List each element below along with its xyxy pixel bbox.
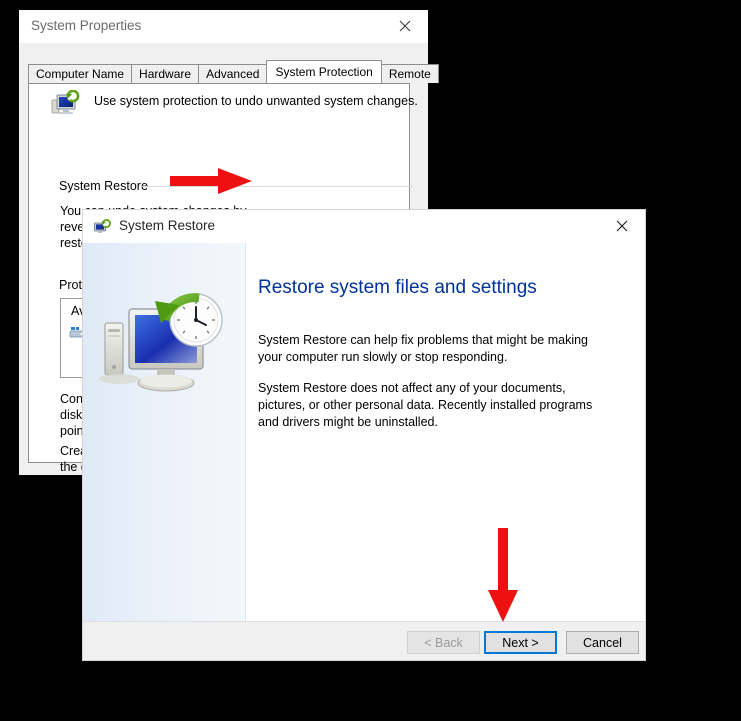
- back-button[interactable]: < Back: [407, 631, 480, 654]
- computer-clock-restore-graphic: [95, 287, 235, 412]
- system-restore-sidebar: [83, 243, 246, 621]
- close-icon[interactable]: [599, 210, 645, 241]
- system-protection-icon: [51, 89, 81, 118]
- close-icon[interactable]: [382, 10, 428, 41]
- system-restore-icon: [94, 219, 111, 235]
- system-restore-dialog: System Restore Restore system files and …: [82, 209, 646, 661]
- system-restore-group-label: System Restore: [55, 179, 152, 193]
- system-restore-main-panel: Restore system files and settings System…: [247, 243, 645, 621]
- system-properties-title: System Properties: [31, 18, 142, 33]
- system-restore-titlebar: System Restore: [83, 210, 645, 243]
- system-restore-footer: < Back Next > Cancel: [83, 621, 645, 660]
- red-arrow-pointing-to-system-restore-button: [170, 168, 252, 194]
- screenshot-root: System Properties Computer Name Hardware…: [0, 0, 741, 721]
- tab-remote[interactable]: Remote: [380, 64, 439, 83]
- cancel-button[interactable]: Cancel: [566, 631, 639, 654]
- page-title: Restore system files and settings: [258, 277, 537, 298]
- red-arrow-pointing-to-next-button: [487, 528, 519, 622]
- system-restore-content: Restore system files and settings System…: [83, 243, 645, 621]
- next-button[interactable]: Next >: [484, 631, 557, 654]
- system-protection-headline: Use system protection to undo unwanted s…: [94, 94, 418, 108]
- tab-advanced[interactable]: Advanced: [198, 64, 268, 83]
- tab-system-protection[interactable]: System Protection: [266, 60, 382, 83]
- system-properties-titlebar: System Properties: [19, 10, 428, 43]
- system-properties-tabstrip: Computer Name Hardware Advanced System P…: [28, 60, 439, 83]
- system-restore-paragraph-1: System Restore can help fix problems tha…: [258, 333, 589, 364]
- tab-computer-name[interactable]: Computer Name: [28, 64, 133, 83]
- system-restore-dialog-title: System Restore: [119, 218, 216, 233]
- system-restore-paragraph-2: System Restore does not affect any of yo…: [258, 381, 593, 429]
- tab-hardware[interactable]: Hardware: [131, 64, 200, 83]
